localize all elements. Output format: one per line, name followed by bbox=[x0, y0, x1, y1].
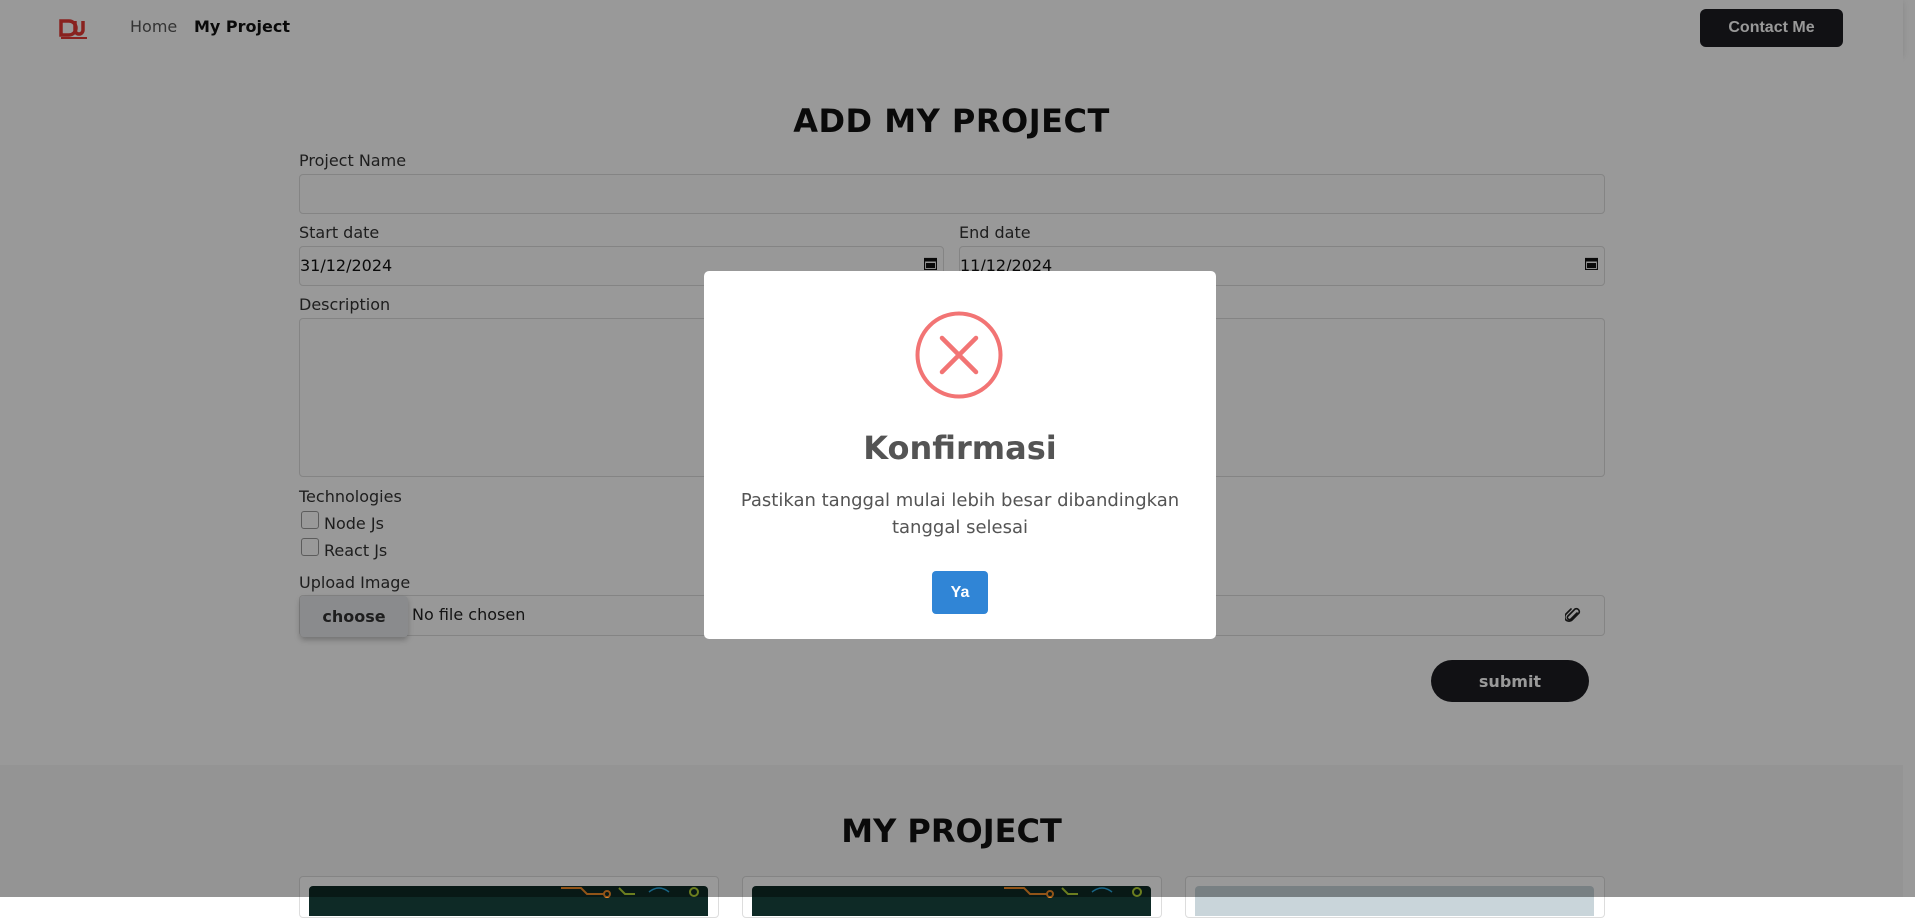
confirmation-dialog: Konfirmasi Pastikan tanggal mulai lebih … bbox=[704, 271, 1216, 639]
modal-title: Konfirmasi bbox=[863, 429, 1057, 467]
modal-message: Pastikan tanggal mulai lebih besar diban… bbox=[740, 490, 1180, 538]
confirm-ya-button[interactable]: Ya bbox=[932, 571, 988, 614]
error-x-icon bbox=[915, 311, 1003, 399]
